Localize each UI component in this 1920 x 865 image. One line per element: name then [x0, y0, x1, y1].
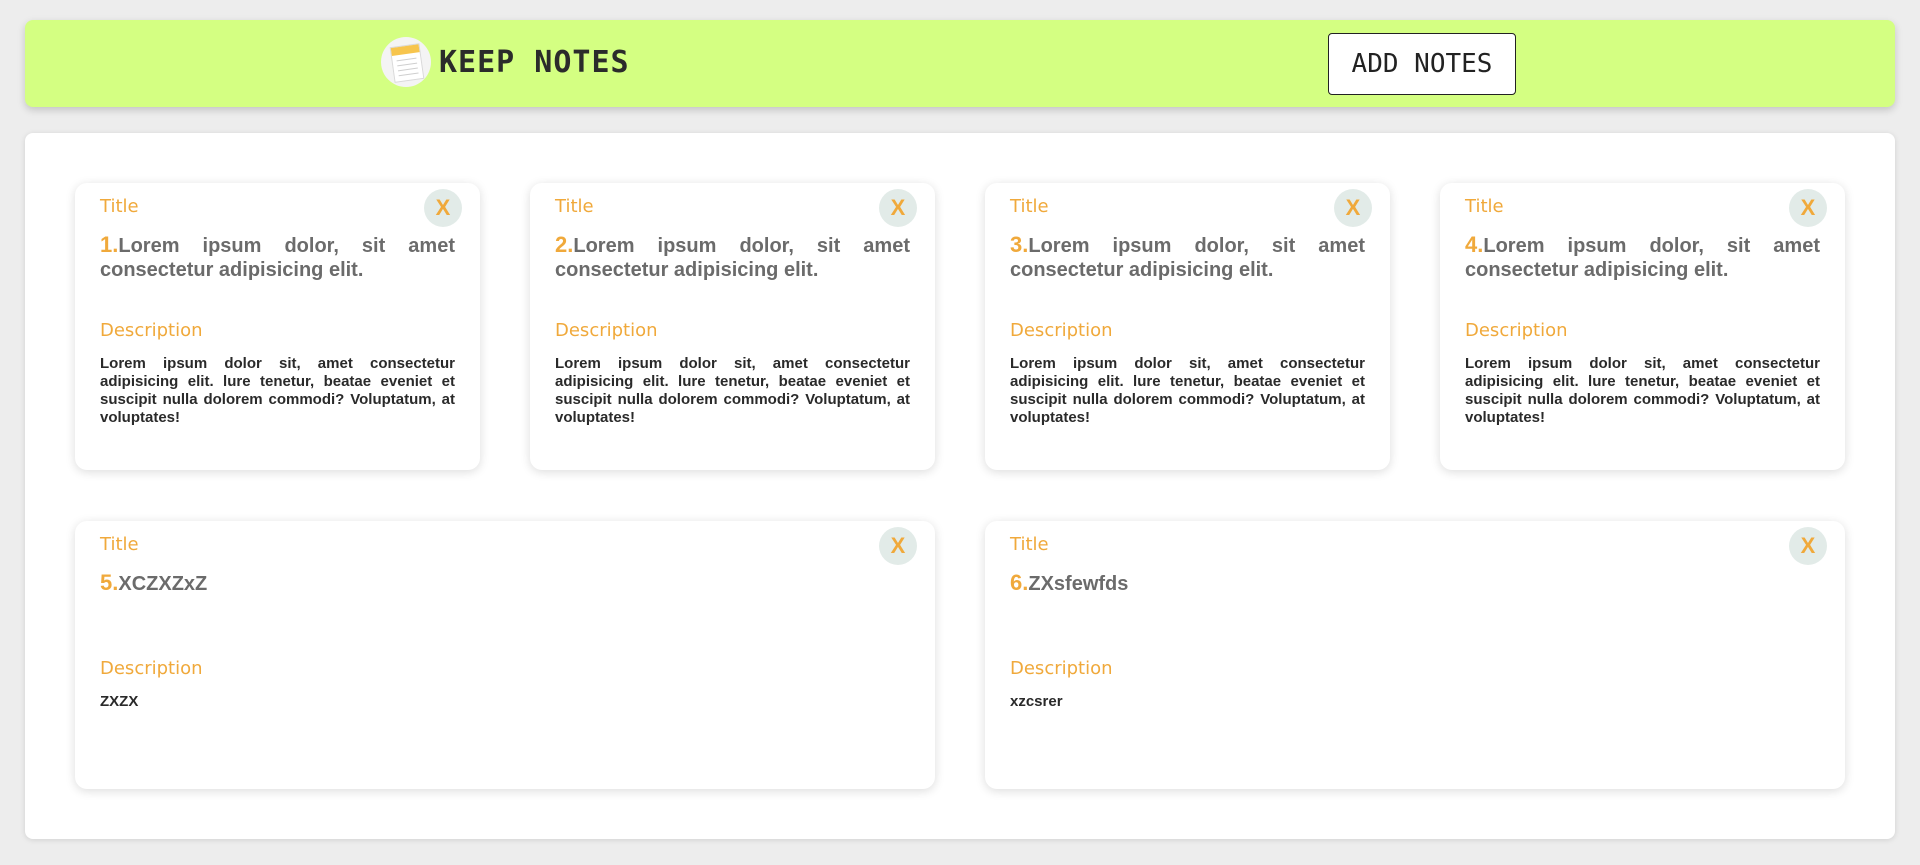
- note-title-text: Lorem ipsum dolor, sit amet consectetur …: [100, 235, 455, 281]
- note-number: 1.: [100, 232, 119, 257]
- note-description-label: Description: [1010, 658, 1113, 679]
- note-description: Lorem ipsum dolor sit, amet consectetur …: [100, 355, 455, 426]
- note-description-label: Description: [100, 320, 203, 341]
- logo: KEEP NOTES: [381, 37, 630, 87]
- note-title-text: ZXsfewfds: [1028, 573, 1129, 595]
- delete-note-button[interactable]: X: [879, 189, 917, 227]
- note-description: Lorem ipsum dolor sit, amet consectetur …: [1465, 355, 1820, 426]
- note-title-label: Title: [1010, 196, 1049, 217]
- notepad-icon: [381, 37, 431, 87]
- note-title: 5.XCZXZxZ: [100, 571, 910, 596]
- note-title: 4.Lorem ipsum dolor, sit amet consectetu…: [1465, 233, 1820, 282]
- note-number: 4.: [1465, 232, 1484, 257]
- note-description-label: Description: [1465, 320, 1568, 341]
- note-description: Lorem ipsum dolor sit, amet consectetur …: [555, 355, 910, 426]
- note-title: 3.Lorem ipsum dolor, sit amet consectetu…: [1010, 233, 1365, 282]
- note-title-text: Lorem ipsum dolor, sit amet consectetur …: [1465, 235, 1820, 281]
- note-number: 2.: [555, 232, 574, 257]
- notes-board: Title X 1.Lorem ipsum dolor, sit amet co…: [25, 133, 1895, 839]
- note-description: xzcsrer: [1010, 693, 1063, 710]
- note-card: Title X 6.ZXsfewfds Description xzcsrer: [985, 521, 1845, 789]
- delete-note-button[interactable]: X: [1789, 189, 1827, 227]
- note-title-text: XCZXZxZ: [118, 573, 208, 595]
- app-title: KEEP NOTES: [439, 44, 630, 80]
- note-title-text: Lorem ipsum dolor, sit amet consectetur …: [555, 235, 910, 281]
- note-card: Title X 3.Lorem ipsum dolor, sit amet co…: [985, 183, 1390, 470]
- note-card: Title X 2.Lorem ipsum dolor, sit amet co…: [530, 183, 935, 470]
- note-description-label: Description: [555, 320, 658, 341]
- note-title-label: Title: [100, 534, 139, 555]
- delete-note-button[interactable]: X: [1789, 527, 1827, 565]
- add-notes-button[interactable]: ADD NOTES: [1328, 33, 1516, 95]
- note-title: 1.Lorem ipsum dolor, sit amet consectetu…: [100, 233, 455, 282]
- note-title: 2.Lorem ipsum dolor, sit amet consectetu…: [555, 233, 910, 282]
- delete-note-button[interactable]: X: [424, 189, 462, 227]
- delete-note-button[interactable]: X: [879, 527, 917, 565]
- delete-note-button[interactable]: X: [1334, 189, 1372, 227]
- note-description: ZXZX: [100, 693, 139, 710]
- note-title: 6.ZXsfewfds: [1010, 571, 1820, 596]
- note-title-text: Lorem ipsum dolor, sit amet consectetur …: [1010, 235, 1365, 281]
- note-number: 3.: [1010, 232, 1029, 257]
- note-card: Title X 4.Lorem ipsum dolor, sit amet co…: [1440, 183, 1845, 470]
- note-number: 6.: [1010, 570, 1029, 595]
- note-number: 5.: [100, 570, 119, 595]
- note-card: Title X 1.Lorem ipsum dolor, sit amet co…: [75, 183, 480, 470]
- note-title-label: Title: [100, 196, 139, 217]
- note-title-label: Title: [555, 196, 594, 217]
- note-title-label: Title: [1465, 196, 1504, 217]
- note-card: Title X 5.XCZXZxZ Description ZXZX: [75, 521, 935, 789]
- note-description: Lorem ipsum dolor sit, amet consectetur …: [1010, 355, 1365, 426]
- note-description-label: Description: [1010, 320, 1113, 341]
- app-header: KEEP NOTES ADD NOTES: [25, 20, 1895, 107]
- note-title-label: Title: [1010, 534, 1049, 555]
- note-description-label: Description: [100, 658, 203, 679]
